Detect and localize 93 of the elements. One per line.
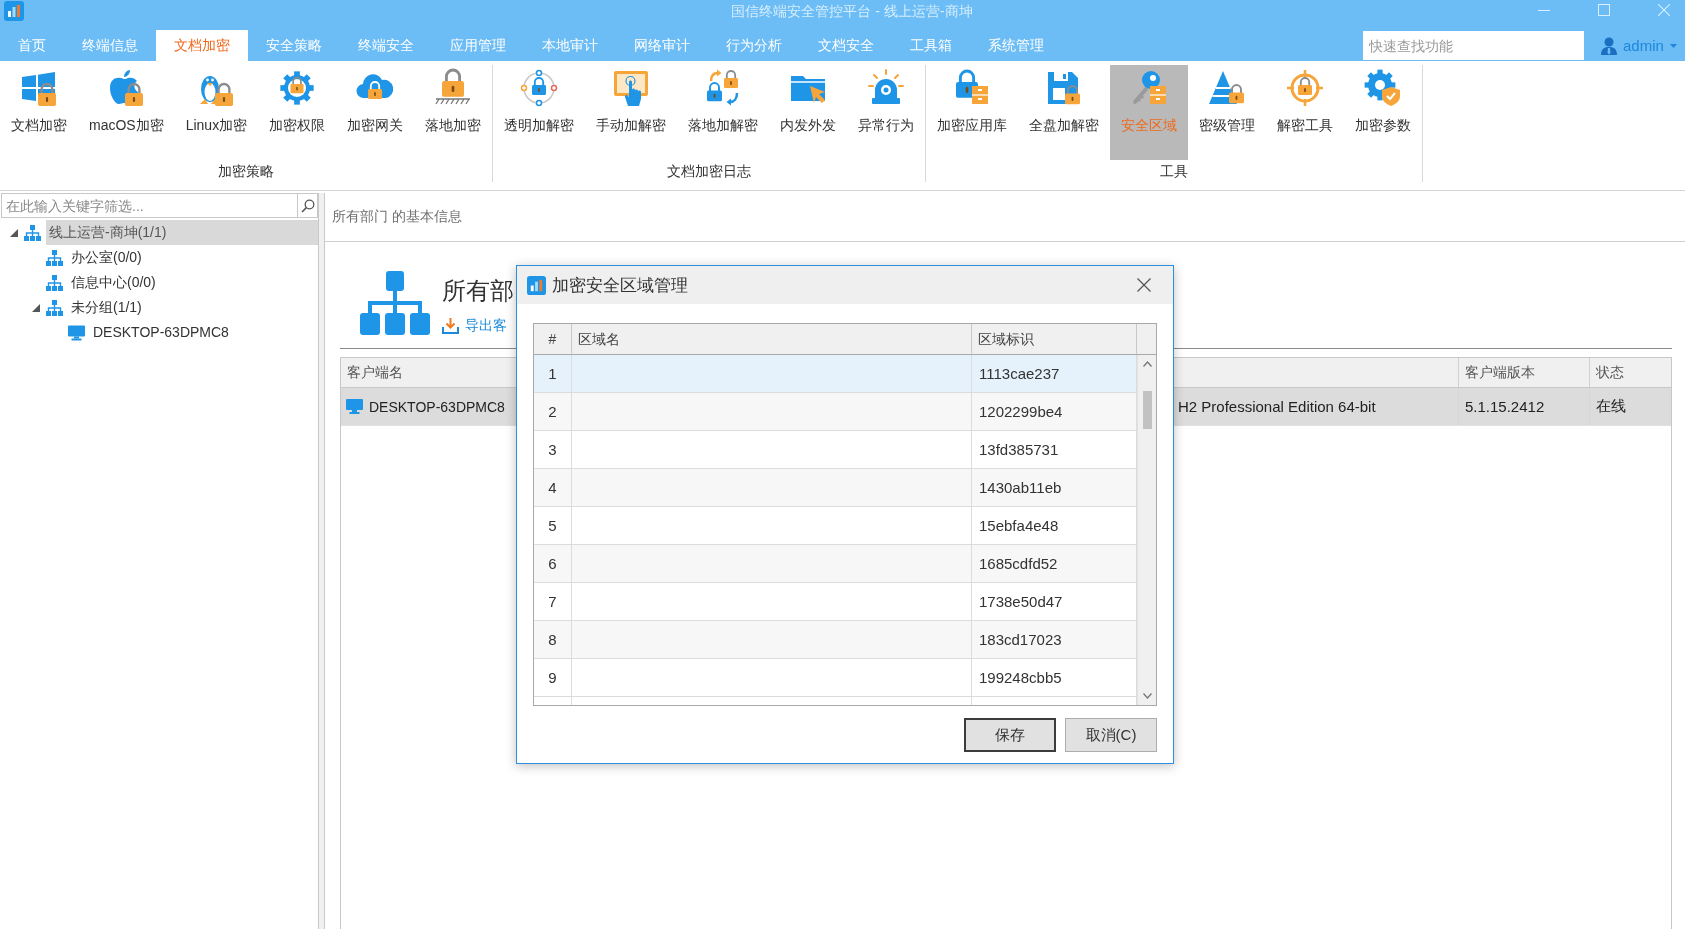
search-button[interactable] (297, 193, 318, 218)
search-icon (300, 198, 315, 213)
tree-item[interactable]: 线上运营-商坤(1/1) (46, 220, 318, 245)
ribbon-button[interactable]: 落地加解密 (677, 65, 770, 160)
table-row[interactable]: 7 1738e50d47 (534, 583, 1137, 621)
triangle-icon[interactable] (10, 228, 18, 237)
ribbon-button[interactable]: 内发外发 (769, 65, 848, 160)
ribbon-button[interactable]: 加密权限 (258, 65, 337, 160)
ribbon-button[interactable]: 全盘加解密 (1018, 65, 1111, 160)
table-cell: 199248cbb5 (979, 669, 1062, 686)
ribbon-button[interactable]: macOS加密 (78, 65, 175, 160)
ribbon-button[interactable]: Linux加密 (174, 65, 259, 160)
scrollbar[interactable] (1137, 355, 1156, 705)
ribbon-button[interactable]: 异常行为 (847, 65, 926, 160)
table-cell: 1113cae237 (979, 365, 1060, 382)
org-chart-icon (46, 274, 63, 291)
table-cell: 5 (548, 517, 557, 534)
group-label: 文档加密日志 (666, 162, 753, 181)
section-heading: 所有部 (442, 276, 514, 306)
tree-item[interactable]: 信息中心(0/0) (68, 270, 318, 295)
table-cell: 1685cdfd52 (979, 555, 1058, 572)
column-header[interactable]: 区域名 (572, 324, 972, 354)
dialog-button[interactable]: 保存 (964, 718, 1056, 752)
ribbon-button[interactable]: 加密应用库 (926, 65, 1019, 160)
tree-item[interactable]: 未分组(1/1) (68, 295, 318, 320)
scrollbar-thumb[interactable] (1142, 391, 1152, 429)
table-cell: 9 (548, 669, 557, 686)
quick-search-field[interactable]: 快速查找功能 (1363, 31, 1584, 60)
table-cell: 183cd17023 (979, 631, 1062, 648)
table-cell: 1738e50d47 (979, 593, 1063, 610)
org-chart-icon (24, 224, 41, 241)
ribbon-button[interactable]: 手动加解密 (585, 65, 678, 160)
tree-item[interactable]: 办公室(0/0) (68, 245, 318, 270)
breadcrumb: 所有部门 的基本信息 (332, 208, 462, 226)
app-logo-icon (4, 1, 24, 21)
table-cell: 6 (548, 555, 557, 572)
tree-item[interactable]: DESKTOP-63DPMC8 (90, 320, 318, 345)
table-row[interactable]: 4 1430ab11eb (534, 469, 1137, 507)
table-row[interactable]: 1 1113cae237 (534, 355, 1137, 393)
dialog-button[interactable]: 取消(C) (1065, 718, 1157, 752)
table-cell: 5.1.15.2412 (1465, 398, 1545, 415)
ribbon-button[interactable]: 文档加密 (0, 65, 78, 160)
table-cell: 2 (548, 403, 557, 420)
export-link[interactable]: 导出客 (442, 315, 507, 335)
table-cell: 15ebfa4e48 (979, 517, 1059, 534)
triangle-icon[interactable] (32, 303, 40, 312)
dialog-title: 加密安全区域管理 (552, 274, 688, 297)
ribbon-button[interactable]: 加密参数 (1344, 65, 1423, 160)
table-row[interactable]: 9 199248cbb5 (534, 659, 1137, 697)
table-cell: 3 (548, 441, 557, 458)
app-logo-icon (527, 275, 546, 295)
column-header[interactable]: # (534, 324, 572, 354)
column-header[interactable]: 客户端版本 (1459, 358, 1590, 387)
table-cell: H2 Professional Edition 64-bit (1178, 398, 1376, 415)
monitor-icon (68, 324, 85, 341)
table-row[interactable]: 3 13fd385731 (534, 431, 1137, 469)
group-label: 加密策略 (217, 162, 276, 181)
user-icon (1601, 36, 1617, 55)
column-header[interactable]: 区域标识 (972, 324, 1137, 354)
target-lock-icon (1285, 68, 1326, 108)
table-cell: 4 (548, 479, 557, 496)
caret-icon[interactable] (1669, 43, 1677, 48)
ribbon-button[interactable]: 加密网关 (336, 65, 415, 160)
table-cell: 1430ab11eb (979, 479, 1062, 496)
monitor-icon (346, 399, 363, 414)
table-cell: 在线 (1596, 397, 1626, 416)
scroll-down-icon[interactable] (1142, 693, 1152, 699)
table-cell: 8 (548, 631, 557, 648)
lock-orbit-icon (519, 68, 560, 108)
filter-field[interactable]: 在此输入关键字筛选... (1, 193, 297, 218)
scroll-up-icon[interactable] (1142, 361, 1152, 367)
org-chart-icon (360, 271, 430, 335)
column-header[interactable]: 状态 (1590, 358, 1671, 387)
table-cell: 1 (548, 365, 557, 382)
table-row[interactable]: 2 1202299be4 (534, 393, 1137, 431)
group-label: 工具 (1159, 162, 1190, 181)
ribbon-button[interactable]: 解密工具 (1266, 65, 1345, 160)
maximize-icon[interactable] (1598, 4, 1610, 16)
table-cell: DESKTOP-63DPMC8 (369, 398, 505, 415)
table-cell: 1202299be4 (979, 403, 1063, 420)
table-row[interactable]: 6 1685cdfd52 (534, 545, 1137, 583)
table-cell: 13fd385731 (979, 441, 1059, 458)
table-row[interactable]: 5 15ebfa4e48 (534, 507, 1137, 545)
close-icon[interactable] (1137, 278, 1151, 292)
table-row[interactable]: 8 183cd17023 (534, 621, 1137, 659)
ribbon-button[interactable]: 密级管理 (1188, 65, 1267, 160)
download-icon (442, 316, 459, 334)
table-cell: 7 (548, 593, 557, 610)
ribbon-button[interactable]: 透明加解密 (493, 65, 586, 160)
org-chart-icon (46, 249, 63, 266)
org-chart-icon (46, 299, 63, 316)
ribbon-button[interactable]: 落地加密 (414, 65, 493, 160)
window-title: 国信终端安全管控平台 - 线上运营-商坤 (730, 2, 974, 21)
